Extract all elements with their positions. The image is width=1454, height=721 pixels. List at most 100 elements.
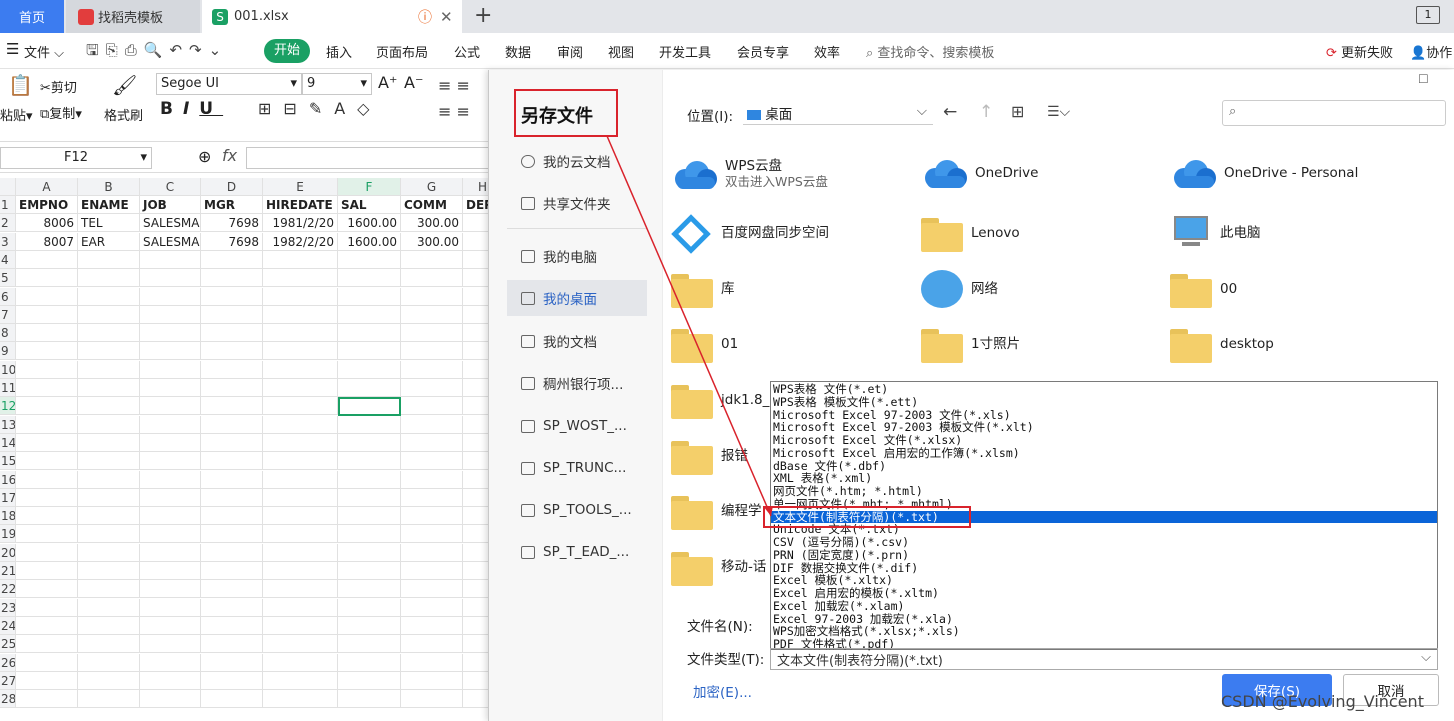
table-cell[interactable] xyxy=(263,415,338,434)
table-cell[interactable] xyxy=(338,415,401,434)
update-fail-button[interactable]: ⟳ 更新失败 xyxy=(1326,42,1393,61)
table-cell[interactable] xyxy=(140,525,201,544)
table-cell[interactable] xyxy=(201,269,263,288)
table-cell[interactable] xyxy=(338,690,401,709)
table-cell[interactable] xyxy=(463,361,490,379)
table-cell[interactable] xyxy=(263,269,338,288)
table-cell[interactable]: 8006 xyxy=(16,214,78,233)
column-header[interactable]: B xyxy=(78,178,140,196)
table-cell[interactable] xyxy=(401,525,463,544)
table-cell[interactable] xyxy=(338,616,401,635)
table-cell[interactable] xyxy=(140,690,201,709)
table-cell[interactable] xyxy=(78,397,140,416)
table-cell[interactable] xyxy=(263,525,338,544)
table-cell[interactable] xyxy=(201,580,263,599)
menu-member[interactable]: 会员专享 xyxy=(737,42,789,61)
table-cell[interactable] xyxy=(338,580,401,599)
menu-insert[interactable]: 插入 xyxy=(326,42,352,61)
row-header[interactable]: 27 xyxy=(0,671,16,690)
table-cell[interactable] xyxy=(401,287,463,306)
header-cell[interactable]: COMM xyxy=(401,196,463,214)
table-cell[interactable] xyxy=(263,616,338,635)
command-search[interactable]: ⌕ 查找命令、搜索模板 xyxy=(866,42,994,61)
table-cell[interactable] xyxy=(263,305,338,324)
row-header[interactable]: 19 xyxy=(0,525,16,544)
table-cell[interactable] xyxy=(78,690,140,709)
table-cell[interactable] xyxy=(16,269,78,288)
row-header[interactable]: 11 xyxy=(0,379,16,397)
table-cell[interactable] xyxy=(463,379,490,397)
table-cell[interactable] xyxy=(16,598,78,617)
table-cell[interactable] xyxy=(16,653,78,672)
table-cell[interactable] xyxy=(201,433,263,452)
table-cell[interactable] xyxy=(16,580,78,599)
row-header[interactable]: 16 xyxy=(0,470,16,489)
tab-home[interactable]: 首页 xyxy=(0,0,64,33)
table-cell[interactable] xyxy=(338,324,401,343)
table-cell[interactable] xyxy=(78,598,140,617)
table-cell[interactable] xyxy=(78,433,140,452)
hamburger-icon[interactable]: ☰ xyxy=(6,40,19,58)
table-cell[interactable] xyxy=(140,598,201,617)
row-header[interactable]: 14 xyxy=(0,433,16,452)
row-header[interactable]: 6 xyxy=(0,287,16,306)
table-cell[interactable] xyxy=(401,616,463,635)
menu-data[interactable]: 数据 xyxy=(505,42,531,61)
menu-efficiency[interactable]: 效率 xyxy=(814,42,840,61)
header-cell[interactable]: EMPNO xyxy=(16,196,78,214)
table-cell[interactable] xyxy=(201,653,263,672)
table-cell[interactable] xyxy=(463,635,490,654)
table-cell[interactable] xyxy=(263,598,338,617)
row-header[interactable]: 18 xyxy=(0,507,16,526)
row-header[interactable]: 22 xyxy=(0,580,16,599)
table-cell[interactable] xyxy=(263,470,338,489)
column-header[interactable]: F xyxy=(338,178,401,196)
menu-review[interactable]: 审阅 xyxy=(557,42,583,61)
font-name-select[interactable]: Segoe UI ▾ xyxy=(156,73,302,95)
table-cell[interactable] xyxy=(338,360,401,379)
table-cell[interactable] xyxy=(401,635,463,654)
table-cell[interactable] xyxy=(78,415,140,434)
table-cell[interactable] xyxy=(140,360,201,379)
row-header[interactable]: 24 xyxy=(0,616,16,635)
table-cell[interactable] xyxy=(401,488,463,507)
font-shrink-icon[interactable]: A⁻ xyxy=(404,73,423,92)
table-cell[interactable] xyxy=(201,305,263,324)
table-cell[interactable] xyxy=(78,543,140,562)
table-cell[interactable] xyxy=(140,488,201,507)
table-cell[interactable] xyxy=(140,580,201,599)
table-cell[interactable] xyxy=(201,671,263,690)
row-header[interactable]: 17 xyxy=(0,488,16,507)
table-cell[interactable] xyxy=(201,360,263,379)
table-cell[interactable] xyxy=(201,470,263,489)
table-cell[interactable] xyxy=(201,415,263,434)
table-cell[interactable] xyxy=(263,379,338,397)
row-header[interactable]: 7 xyxy=(0,305,16,324)
table-cell[interactable] xyxy=(401,415,463,434)
tab-templates[interactable]: 找稻壳模板 xyxy=(66,0,200,33)
header-cell[interactable]: DEP xyxy=(463,196,490,214)
table-cell[interactable] xyxy=(16,488,78,507)
table-cell[interactable]: 300.00 xyxy=(401,232,463,251)
menu-start[interactable]: 开始 xyxy=(264,39,310,63)
table-cell[interactable] xyxy=(338,525,401,544)
table-cell[interactable] xyxy=(78,324,140,343)
table-cell[interactable] xyxy=(338,342,401,361)
table-cell[interactable] xyxy=(338,269,401,288)
window-mode-icon[interactable]: 1 xyxy=(1416,6,1440,24)
table-cell[interactable] xyxy=(16,543,78,562)
table-cell[interactable] xyxy=(201,525,263,544)
table-cell[interactable] xyxy=(463,269,490,288)
header-cell[interactable]: HIREDATE xyxy=(263,196,338,214)
formula-input[interactable] xyxy=(246,147,496,169)
table-cell[interactable] xyxy=(401,360,463,379)
table-cell[interactable] xyxy=(140,616,201,635)
table-cell[interactable] xyxy=(78,653,140,672)
font-size-select[interactable]: 9 ▾ xyxy=(302,73,372,95)
table-cell[interactable] xyxy=(16,287,78,306)
table-cell[interactable] xyxy=(140,543,201,562)
text-style-icons[interactable]: BIU xyxy=(160,99,223,119)
table-cell[interactable] xyxy=(201,635,263,654)
format-painter-button[interactable]: 格式刷 xyxy=(104,105,143,124)
table-cell[interactable] xyxy=(263,580,338,599)
